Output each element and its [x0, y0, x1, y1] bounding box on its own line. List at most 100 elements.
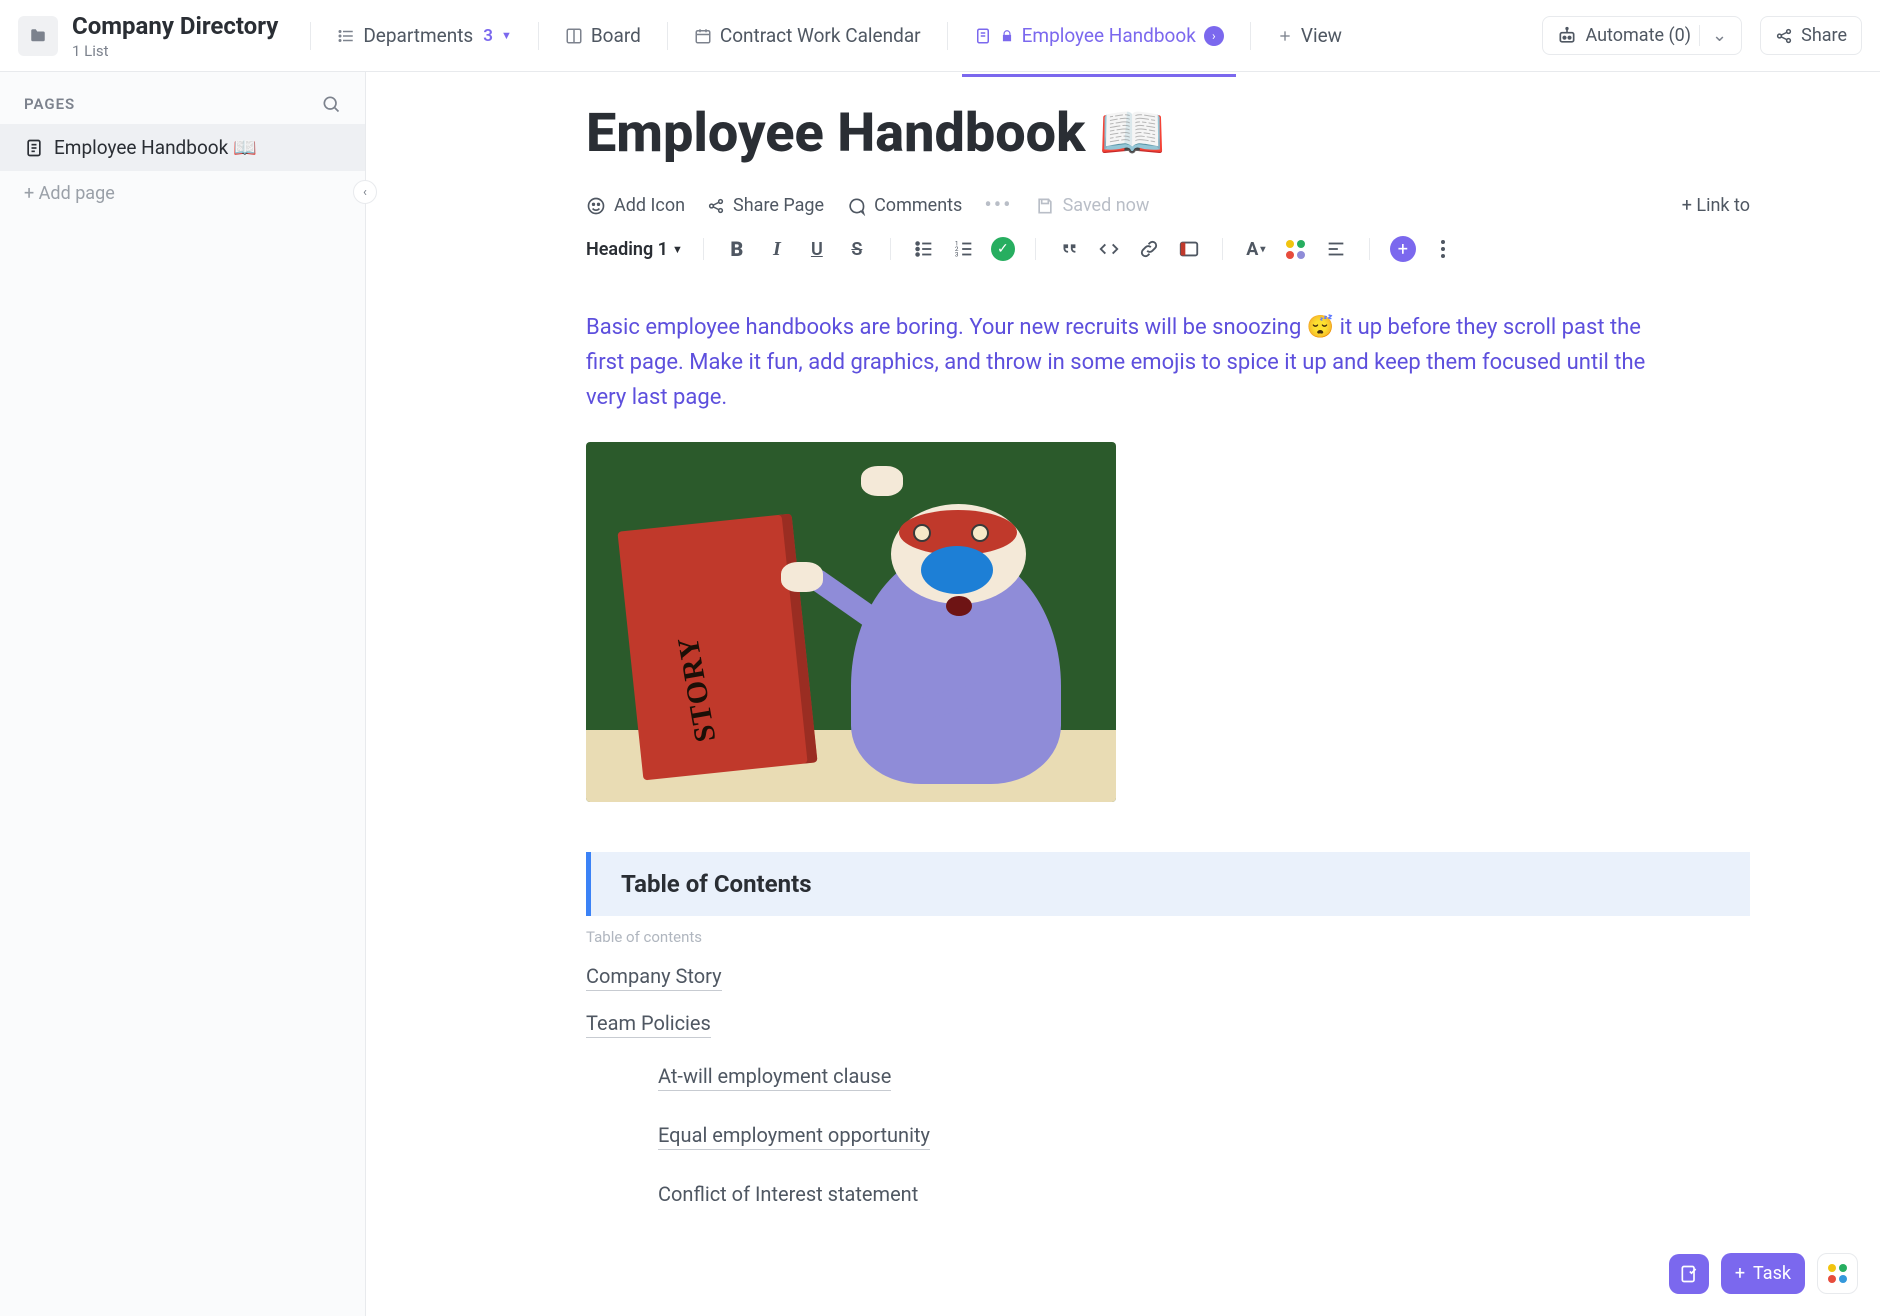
page-icon — [24, 138, 44, 158]
tab-board[interactable]: Board — [553, 16, 653, 55]
tab-departments[interactable]: Departments 3 ▼ — [325, 16, 524, 55]
toc-link-eeo[interactable]: Equal employment opportunity — [658, 1123, 930, 1150]
lock-icon — [1000, 29, 1014, 43]
tab-label: Departments — [363, 24, 473, 47]
plus-icon — [1277, 28, 1293, 44]
new-task-fab[interactable]: + Task — [1721, 1253, 1805, 1294]
toc-link-company-story[interactable]: Company Story — [586, 964, 722, 991]
link-to-label: + Link to — [1682, 195, 1750, 216]
collapse-sidebar-button[interactable]: ‹ — [353, 180, 377, 204]
sidebar-heading: PAGES — [0, 72, 365, 124]
heading-label: Heading 1 — [586, 239, 668, 260]
heading-selector[interactable]: Heading 1 ▼ — [586, 239, 683, 260]
more-menu-button[interactable]: ••• — [984, 193, 1012, 218]
automate-button[interactable]: Automate (0) ⌄ — [1542, 16, 1742, 55]
saved-indicator: Saved now — [1035, 195, 1150, 216]
share-label: Share — [1801, 25, 1847, 46]
saved-label: Saved now — [1063, 195, 1150, 216]
toc-link-at-will[interactable]: At-will employment clause — [658, 1064, 891, 1091]
workspace-subtitle: 1 List — [72, 42, 278, 60]
divider — [667, 22, 668, 50]
search-icon[interactable] — [321, 94, 341, 114]
share-icon — [1775, 27, 1793, 45]
share-icon — [707, 197, 725, 215]
divider — [1035, 238, 1036, 260]
share-page-button[interactable]: Share Page — [707, 195, 824, 216]
insert-button[interactable]: + — [1390, 236, 1416, 262]
color-grid-icon — [1286, 240, 1305, 259]
sidebar-heading-label: PAGES — [24, 95, 75, 113]
highlight-button[interactable] — [1283, 236, 1309, 262]
chevron-down-icon[interactable]: ⌄ — [1699, 25, 1727, 46]
divider — [538, 22, 539, 50]
doc-title[interactable]: Employee Handbook 📖 — [586, 102, 1750, 165]
divider — [310, 22, 311, 50]
share-page-label: Share Page — [733, 195, 824, 216]
intro-paragraph[interactable]: Basic employee handbooks are boring. You… — [586, 310, 1676, 416]
robot-icon — [1557, 26, 1577, 46]
bold-button[interactable]: B — [724, 236, 750, 262]
toc-banner: Table of Contents — [586, 852, 1750, 916]
divider — [1222, 238, 1223, 260]
save-icon — [1035, 196, 1055, 216]
underline-button[interactable]: U — [804, 236, 830, 262]
format-toolbar: Heading 1 ▼ B I U S 123 ✓ A▾ — [586, 230, 1750, 280]
apps-fab[interactable] — [1817, 1253, 1858, 1294]
quote-button[interactable] — [1056, 236, 1082, 262]
doc-icon — [974, 27, 992, 45]
strikethrough-button[interactable]: S — [844, 236, 870, 262]
tab-employee-handbook[interactable]: Employee Handbook › — [962, 16, 1236, 55]
doc-main: Employee Handbook 📖 Add Icon Share Page … — [366, 72, 1880, 1316]
top-bar: Company Directory 1 List Departments 3 ▼… — [0, 0, 1880, 72]
sidebar-item-handbook[interactable]: Employee Handbook 📖 — [0, 124, 365, 171]
board-icon — [565, 27, 583, 45]
checklist-button[interactable]: ✓ — [991, 237, 1015, 261]
tab-label: Board — [591, 24, 641, 47]
text-color-button[interactable]: A▾ — [1243, 236, 1269, 262]
tab-calendar[interactable]: Contract Work Calendar — [682, 16, 933, 55]
more-format-button[interactable] — [1430, 236, 1456, 262]
numbered-list-button[interactable]: 123 — [951, 236, 977, 262]
tab-label: View — [1301, 24, 1342, 47]
chevron-down-icon: ▼ — [672, 243, 683, 256]
bullet-list-button[interactable] — [911, 236, 937, 262]
emoji-icon — [586, 196, 606, 216]
doc-action-bar: Add Icon Share Page Comments ••• Saved n… — [586, 187, 1750, 230]
banner-button[interactable] — [1176, 236, 1202, 262]
comment-icon — [846, 196, 866, 216]
comments-label: Comments — [874, 195, 962, 216]
link-button[interactable] — [1136, 236, 1162, 262]
toc-title: Table of Contents — [621, 870, 812, 898]
add-page-button[interactable]: + Add page — [0, 171, 365, 216]
new-doc-fab[interactable] — [1669, 1254, 1709, 1294]
tab-count: 3 — [483, 26, 493, 46]
tab-add-view[interactable]: View — [1265, 16, 1354, 55]
divider — [890, 238, 891, 260]
align-button[interactable] — [1323, 236, 1349, 262]
calendar-icon — [694, 27, 712, 45]
automate-label: Automate (0) — [1585, 25, 1691, 46]
tab-label: Contract Work Calendar — [720, 24, 921, 47]
plus-icon: + — [1735, 1263, 1745, 1284]
sidebar: PAGES Employee Handbook 📖 + Add page ‹ — [0, 72, 366, 1316]
add-icon-label: Add Icon — [614, 195, 685, 216]
italic-button[interactable]: I — [764, 236, 790, 262]
apps-icon — [1828, 1264, 1847, 1283]
toc-link-team-policies[interactable]: Team Policies — [586, 1011, 711, 1038]
svg-text:3: 3 — [955, 250, 959, 258]
chevron-down-icon: ▼ — [501, 29, 512, 42]
comments-button[interactable]: Comments — [846, 195, 962, 216]
code-button[interactable] — [1096, 236, 1122, 262]
chevron-right-icon: › — [1204, 26, 1224, 46]
tab-label: Employee Handbook — [1022, 24, 1196, 47]
toc-caption: Table of contents — [586, 928, 1750, 946]
floating-actions: + Task — [1669, 1253, 1858, 1294]
toc-item-conflict[interactable]: Conflict of Interest statement — [658, 1182, 1750, 1206]
folder-icon[interactable] — [18, 16, 58, 56]
sidebar-item-label: Employee Handbook 📖 — [54, 136, 257, 159]
link-to-button[interactable]: + Link to — [1682, 195, 1750, 216]
embedded-image[interactable]: STORY — [586, 442, 1116, 802]
share-button[interactable]: Share — [1760, 16, 1862, 55]
list-icon — [337, 27, 355, 45]
add-icon-button[interactable]: Add Icon — [586, 195, 685, 216]
